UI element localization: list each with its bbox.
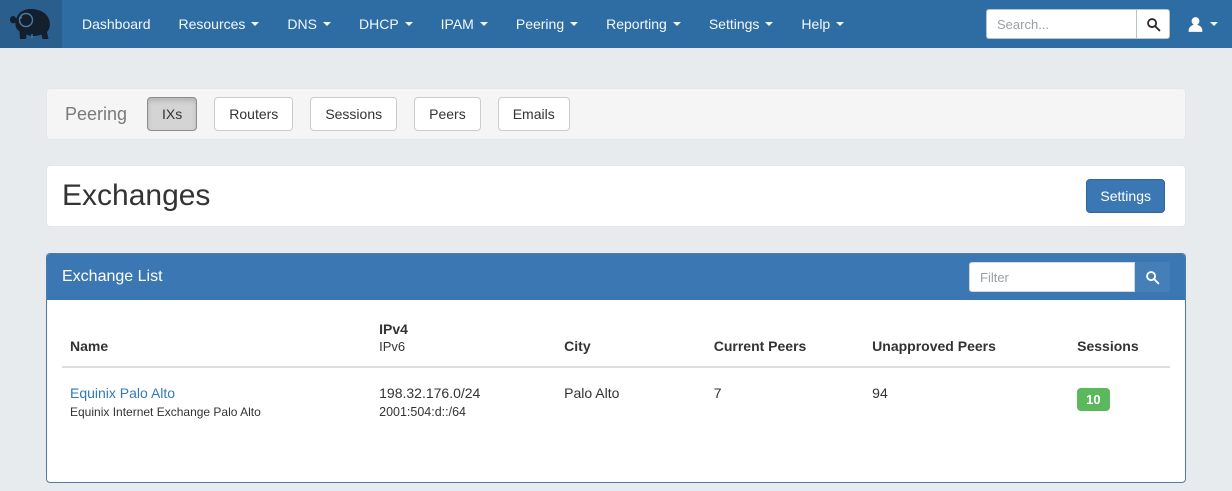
table-row: Equinix Palo Alto Equinix Internet Excha… xyxy=(62,367,1170,427)
nav-item-label: DHCP xyxy=(359,16,399,32)
caret-down-icon xyxy=(1210,22,1218,26)
nav-item-dhcp[interactable]: DHCP xyxy=(345,0,427,48)
exchange-link[interactable]: Equinix Palo Alto xyxy=(70,385,175,401)
caret-down-icon xyxy=(836,22,844,26)
cell-city: Palo Alto xyxy=(556,367,706,427)
caret-down-icon xyxy=(405,22,413,26)
nav-item-ipam[interactable]: IPAM xyxy=(427,0,502,48)
col-header-ipv4: IPv4 xyxy=(379,321,548,337)
user-menu[interactable] xyxy=(1186,15,1218,34)
main-menu: Dashboard Resources DNS DHCP IPAM Peerin… xyxy=(68,0,858,48)
nav-item-reporting[interactable]: Reporting xyxy=(592,0,695,48)
nav-item-label: Reporting xyxy=(606,16,667,32)
col-header-city: City xyxy=(556,315,706,367)
exchange-table: Name IPv4 IPv6 City Current Peers Unappr… xyxy=(62,315,1170,427)
nav-item-settings[interactable]: Settings xyxy=(695,0,788,48)
global-search-group xyxy=(986,9,1170,39)
col-header-current-peers: Current Peers xyxy=(706,315,864,367)
col-header-sessions: Sessions xyxy=(1069,315,1170,367)
nav-item-label: Settings xyxy=(709,16,760,32)
nav-item-label: Peering xyxy=(516,16,564,32)
search-input[interactable] xyxy=(986,9,1136,39)
caret-down-icon xyxy=(251,22,259,26)
tab-routers[interactable]: Routers xyxy=(214,97,293,131)
provision-logo[interactable] xyxy=(0,0,62,48)
col-header-ipv6: IPv6 xyxy=(379,339,548,354)
nav-item-label: Resources xyxy=(179,16,246,32)
caret-down-icon xyxy=(323,22,331,26)
caret-down-icon xyxy=(570,22,578,26)
top-navbar: Dashboard Resources DNS DHCP IPAM Peerin… xyxy=(0,0,1232,48)
col-header-unapproved-peers: Unapproved Peers xyxy=(864,315,1069,367)
nav-item-label: Help xyxy=(801,16,830,32)
tab-sessions[interactable]: Sessions xyxy=(310,97,397,131)
peering-toolbar-label: Peering xyxy=(65,104,127,125)
page-header-panel: Exchanges Settings xyxy=(46,165,1186,227)
tab-ixs[interactable]: IXs xyxy=(147,97,197,131)
settings-button[interactable]: Settings xyxy=(1086,179,1165,213)
cell-current-peers: 7 xyxy=(706,367,864,427)
nav-item-peering[interactable]: Peering xyxy=(502,0,592,48)
caret-down-icon xyxy=(765,22,773,26)
page-title: Exchanges xyxy=(62,177,210,215)
panel-title: Exchange List xyxy=(62,268,163,286)
main-content: Peering IXs Routers Sessions Peers Email… xyxy=(46,88,1186,483)
nav-item-resources[interactable]: Resources xyxy=(165,0,274,48)
cell-unapproved-peers: 94 xyxy=(864,367,1069,427)
sessions-badge[interactable]: 10 xyxy=(1077,388,1109,411)
cell-sessions: 10 xyxy=(1069,367,1170,427)
nav-item-label: IPAM xyxy=(441,16,474,32)
tab-peers[interactable]: Peers xyxy=(414,97,481,131)
col-header-name: Name xyxy=(62,315,371,367)
search-button[interactable] xyxy=(1136,9,1170,39)
filter-search-button[interactable] xyxy=(1135,262,1170,292)
caret-down-icon xyxy=(673,22,681,26)
exchange-list-header: Exchange List xyxy=(47,254,1185,300)
navbar-right xyxy=(986,9,1232,39)
peering-toolbar: Peering IXs Routers Sessions Peers Email… xyxy=(46,88,1186,140)
nav-item-dns[interactable]: DNS xyxy=(273,0,345,48)
tab-emails[interactable]: Emails xyxy=(498,97,570,131)
table-header-row: Name IPv4 IPv6 City Current Peers Unappr… xyxy=(62,315,1170,367)
nav-item-dashboard[interactable]: Dashboard xyxy=(68,0,165,48)
search-icon xyxy=(1146,17,1161,32)
col-header-ip: IPv4 IPv6 xyxy=(371,315,556,367)
ipv6-value: 2001:504:d::/64 xyxy=(379,405,548,419)
nav-item-label: DNS xyxy=(287,16,317,32)
exchange-list-panel: Exchange List xyxy=(46,253,1186,483)
elephant-logo-icon xyxy=(8,5,54,43)
cell-ip: 198.32.176.0/24 2001:504:d::/64 xyxy=(371,367,556,427)
caret-down-icon xyxy=(480,22,488,26)
nav-item-help[interactable]: Help xyxy=(787,0,858,48)
exchange-list-body: Name IPv4 IPv6 City Current Peers Unappr… xyxy=(47,300,1185,482)
cell-name: Equinix Palo Alto Equinix Internet Excha… xyxy=(62,367,371,427)
page: Dashboard Resources DNS DHCP IPAM Peerin… xyxy=(0,0,1232,483)
filter-input[interactable] xyxy=(969,262,1135,292)
search-icon xyxy=(1145,270,1160,285)
user-icon xyxy=(1186,15,1205,34)
ipv4-value: 198.32.176.0/24 xyxy=(379,385,548,401)
exchange-description: Equinix Internet Exchange Palo Alto xyxy=(70,405,363,419)
nav-item-label: Dashboard xyxy=(82,16,151,32)
filter-group xyxy=(969,262,1170,292)
